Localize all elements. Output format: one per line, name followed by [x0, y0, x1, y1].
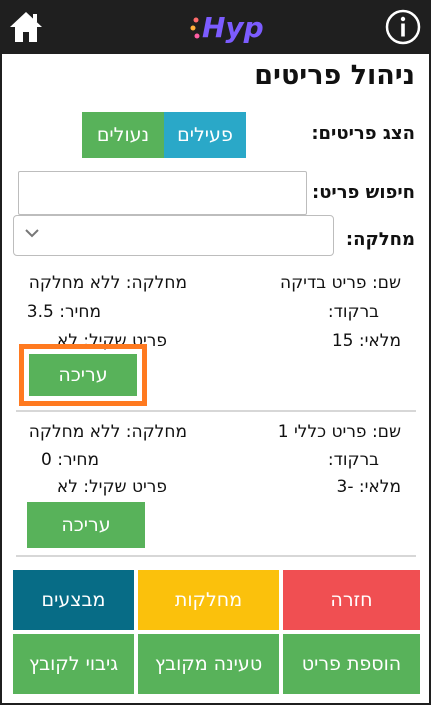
add-item-button[interactable]: הוספת פריט: [283, 634, 420, 694]
load-from-file-button[interactable]: טעינה מקובץ: [138, 634, 279, 694]
item-price: מחיר: 3.5: [26, 302, 101, 322]
department-label: מחלקה:: [345, 229, 415, 250]
department-select[interactable]: [13, 215, 334, 256]
info-icon[interactable]: [385, 9, 421, 45]
search-item-input[interactable]: [18, 171, 307, 215]
item-divider: [16, 410, 416, 412]
item-name: שם: פריט כללי 1: [277, 422, 401, 442]
search-item-label: חיפוש פריט:: [312, 182, 415, 203]
logo-text: Hyp: [202, 11, 264, 44]
item-stock: מלאי: -3: [336, 477, 401, 497]
item-divider: [16, 555, 416, 557]
item-price: מחיר: 0: [40, 450, 99, 470]
top-bar: Hyp: [2, 2, 429, 54]
item-department: מחלקה: ללא מחלקה: [28, 273, 187, 293]
backup-to-file-button[interactable]: גיבוי לקובץ: [13, 634, 134, 694]
active-items-button[interactable]: פעילים: [164, 112, 246, 158]
item-weighable: פריט שקיל: לא: [56, 477, 167, 497]
locked-items-button[interactable]: נעולים: [82, 112, 164, 158]
item-barcode: ברקוד:: [327, 450, 379, 470]
home-icon[interactable]: [8, 10, 44, 44]
app-frame: Hyp ניהול פריטים הצג פריטים: פעילים נעול…: [0, 0, 431, 705]
chevron-down-icon: [25, 229, 39, 238]
item-barcode: ברקוד:: [327, 302, 379, 322]
page-title: ניהול פריטים: [254, 60, 415, 91]
back-button[interactable]: חזרה: [283, 570, 420, 630]
item-stock: מלאי: 15: [331, 331, 401, 351]
item-name: שם: פריט בדיקה: [280, 273, 401, 293]
show-items-label: הצג פריטים:: [311, 123, 415, 144]
edit-item-button[interactable]: עריכה: [29, 354, 137, 396]
item-department: מחלקה: ללא מחלקה: [28, 422, 187, 442]
departments-button[interactable]: מחלקות: [138, 570, 279, 630]
edit-item-button[interactable]: עריכה: [27, 502, 145, 548]
promotions-button[interactable]: מבצעים: [13, 570, 134, 630]
